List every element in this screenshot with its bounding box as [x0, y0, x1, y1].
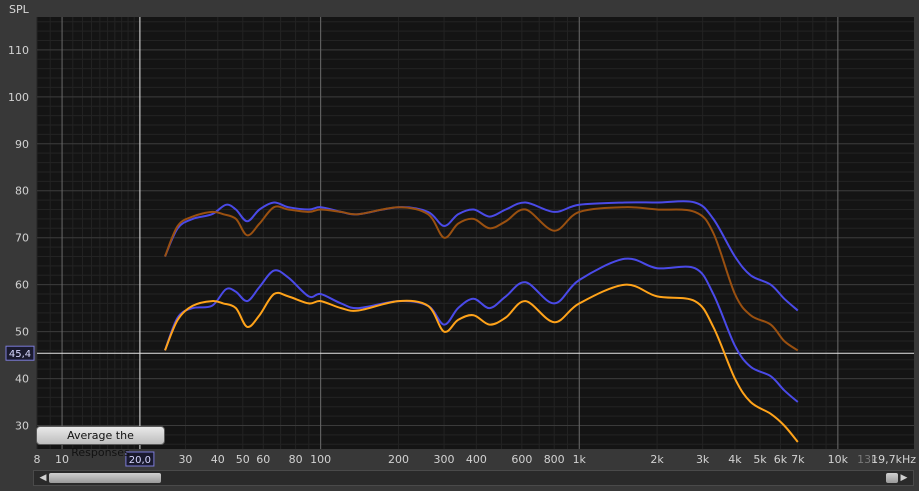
x-tick-label: 200 [388, 453, 409, 466]
scroll-thumb[interactable] [49, 473, 161, 483]
rew-spl-graph-window: 30 40 50 60 70 80 90 100 110 8 10 30 40 50 60 80 100 200 3… [0, 0, 919, 491]
y-tick-label: 90 [15, 138, 29, 151]
x-tick-label: 300 [434, 453, 455, 466]
x-tick-label: 800 [544, 453, 565, 466]
x-tick-label: 600 [511, 453, 532, 466]
x-tick-label: 4k [728, 453, 742, 466]
plot-background [37, 17, 914, 449]
y-tick-label: 50 [15, 326, 29, 339]
x-tick-label: 2k [650, 453, 664, 466]
x-tick-label: 1k [573, 453, 587, 466]
y-tick-label: 70 [15, 232, 29, 245]
y-tick-label: 30 [15, 420, 29, 433]
x-tick-label: 19,7kHz [871, 453, 916, 466]
y-tick-label: 40 [15, 373, 29, 386]
cursor-y-value: 45,4 [9, 349, 31, 360]
x-tick-label: 100 [310, 453, 331, 466]
scroll-left-arrow-icon[interactable]: ◀ [36, 471, 50, 485]
x-tick-label: 3k [696, 453, 710, 466]
x-tick-label: 50 [236, 453, 250, 466]
x-tick-label: 6k [774, 453, 788, 466]
scroll-right-arrow-icon[interactable]: ▶ [897, 471, 911, 485]
x-tick-label: 30 [178, 453, 192, 466]
y-axis-label: SPL [9, 3, 29, 16]
x-tick-label: 5k [753, 453, 767, 466]
cursor-x-value: 20,0 [129, 455, 151, 466]
spl-plot[interactable]: 30 40 50 60 70 80 90 100 110 8 10 30 40 50 60 80 100 200 3… [0, 0, 919, 491]
average-responses-button[interactable]: Average the Responses [36, 426, 165, 459]
x-tick-label: 10 [55, 453, 69, 466]
x-tick-label: 60 [256, 453, 270, 466]
x-tick-label: 80 [289, 453, 303, 466]
y-tick-label: 80 [15, 185, 29, 198]
horizontal-scrollbar[interactable]: ◀ ▶ [33, 470, 914, 486]
y-tick-label: 110 [8, 44, 29, 57]
x-tick-label: 8 [34, 453, 41, 466]
x-tick-label: 10k [828, 453, 849, 466]
y-tick-label: 100 [8, 91, 29, 104]
x-tick-label: 7k [791, 453, 805, 466]
x-tick-label: 400 [466, 453, 487, 466]
y-tick-label: 60 [15, 279, 29, 292]
x-tick-label: 40 [211, 453, 225, 466]
